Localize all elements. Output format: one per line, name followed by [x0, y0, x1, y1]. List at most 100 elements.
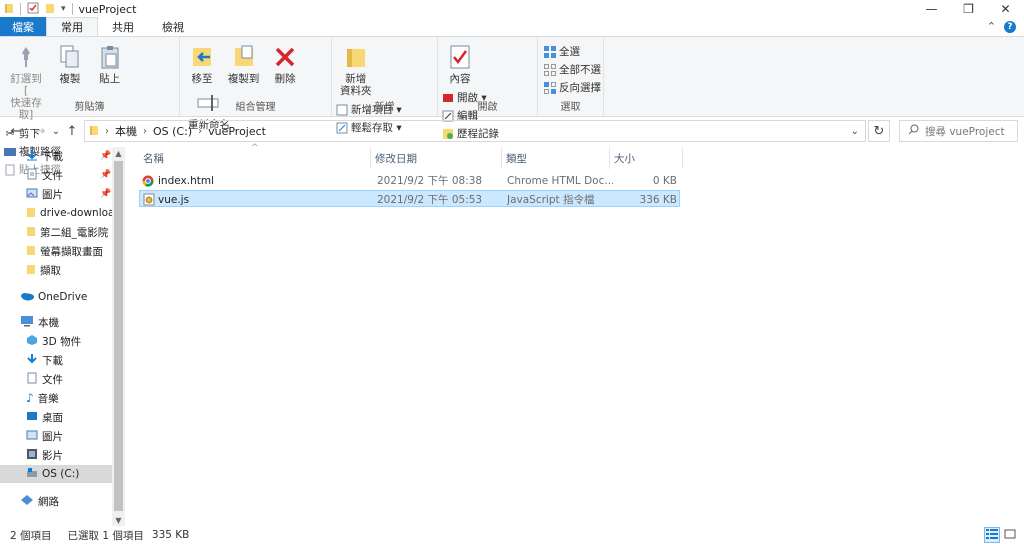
nav-item-label: 圖片: [42, 430, 63, 443]
tab-view[interactable]: 檢視: [148, 17, 198, 36]
nav-item-videos[interactable]: 影片: [26, 446, 63, 464]
paste-button[interactable]: 貼上: [92, 41, 128, 87]
breadcrumb-separator[interactable]: ›: [105, 126, 109, 137]
nav-item-label: 音樂: [37, 392, 59, 405]
onedrive-icon: [20, 291, 34, 304]
nav-item-music[interactable]: ♪ 音樂: [26, 389, 59, 407]
search-placeholder: 搜尋 vueProject: [925, 125, 1005, 138]
close-button[interactable]: ✕: [987, 0, 1024, 18]
nav-pane-scrollbar[interactable]: ▲ ▼: [112, 147, 125, 526]
nav-item-desktop[interactable]: 桌面: [26, 408, 63, 426]
chrome-html-icon: [142, 172, 158, 189]
delete-button[interactable]: 刪除: [267, 41, 303, 87]
nav-item-downloads[interactable]: 下載: [26, 147, 63, 165]
file-row-vue-js[interactable]: vue.js 2021/9/2 下午 05:53 JavaScript 指令檔 …: [139, 190, 680, 207]
status-bar: 2 個項目 已選取 1 個項目 335 KB: [0, 526, 1024, 544]
scrollbar-thumb[interactable]: [114, 161, 123, 511]
move-to-button[interactable]: 移至: [184, 41, 220, 87]
file-row-index-html[interactable]: index.html 2021/9/2 下午 08:38 Chrome HTML…: [139, 172, 680, 189]
details-view-button[interactable]: [984, 527, 1000, 543]
nav-item-3d-objects[interactable]: 3D 物件: [26, 332, 81, 350]
open-group: 內容 開啟 ▾ 編輯 歷程記錄 開啟: [438, 37, 538, 140]
toolbar-divider: [20, 3, 21, 15]
copy-to-button[interactable]: 複製到: [224, 41, 264, 87]
music-icon: ♪: [26, 391, 34, 405]
select-all-icon: [544, 45, 556, 58]
delete-label: 刪除: [274, 73, 296, 85]
column-header-size[interactable]: 大小: [610, 147, 683, 169]
nav-item-downloads-pc[interactable]: 下載: [26, 351, 63, 369]
nav-item-label: 下載: [42, 354, 63, 367]
copy-to-icon: [230, 43, 258, 71]
invert-selection-label: 反向選擇: [559, 82, 601, 94]
nav-item-capture[interactable]: 擷取: [26, 261, 61, 279]
folder-icon: [26, 263, 36, 278]
tab-share[interactable]: 共用: [98, 17, 148, 36]
address-history-dropdown[interactable]: ⌄: [851, 126, 865, 137]
back-button[interactable]: ←: [6, 121, 26, 141]
nav-item-pictures-pc[interactable]: 圖片: [26, 427, 63, 445]
large-icons-view-button[interactable]: [1002, 527, 1018, 543]
document-icon: [26, 168, 38, 183]
breadcrumb-this-pc[interactable]: 本機: [115, 123, 137, 139]
document-icon: [26, 372, 38, 387]
breadcrumb-separator[interactable]: ›: [143, 126, 147, 137]
toolbar-divider: [71, 3, 73, 15]
properties-button[interactable]: 內容: [442, 41, 478, 87]
up-button[interactable]: ↑: [62, 121, 82, 141]
navigation-pane: 下載 📌 文件 📌 圖片 📌 drive-downloac 第二組_電影院 螢幕…: [0, 147, 125, 522]
nav-item-os-c[interactable]: OS (C:): [0, 465, 112, 483]
collapse-ribbon-icon[interactable]: ⌃: [987, 20, 996, 33]
copy-button[interactable]: 複製: [52, 41, 88, 87]
new-folder-icon[interactable]: [45, 2, 55, 17]
customize-toolbar-dropdown[interactable]: ▾: [61, 4, 66, 14]
column-header-type[interactable]: 類型: [502, 147, 610, 169]
refresh-button[interactable]: ↻: [868, 120, 890, 142]
nav-item-label: 文件: [42, 373, 63, 386]
new-group: 新增 資料夾 新增項目 ▾ 輕鬆存取 ▾ 新增: [332, 37, 438, 134]
forward-button[interactable]: →: [30, 121, 50, 141]
nav-item-label: 文件: [42, 169, 63, 182]
breadcrumb-vueproject[interactable]: vueProject: [208, 125, 266, 138]
scroll-down-icon[interactable]: ▼: [112, 514, 125, 526]
nav-item-label: 第二組_電影院: [40, 226, 109, 239]
nav-item-pictures[interactable]: 圖片: [26, 185, 63, 203]
nav-item-network[interactable]: 網路: [20, 492, 59, 510]
select-all-button[interactable]: 全選: [544, 43, 601, 60]
breadcrumb-separator[interactable]: ›: [198, 126, 202, 137]
folder-icon: [26, 206, 36, 221]
invert-selection-button[interactable]: 反向選擇: [544, 79, 601, 96]
properties-icon[interactable]: [27, 2, 39, 17]
address-bar[interactable]: › 本機 › OS (C:) › vueProject ⌄: [84, 120, 866, 142]
select-none-button[interactable]: 全部不選: [544, 61, 601, 78]
maximize-button[interactable]: ❐: [950, 0, 987, 18]
search-box[interactable]: 搜尋 vueProject: [899, 120, 1018, 142]
recent-locations-button[interactable]: ⌄: [50, 121, 62, 141]
nav-item-documents-pc[interactable]: 文件: [26, 370, 63, 388]
pin-label: 釘選到 [ 快速存取]: [10, 73, 42, 121]
help-icon[interactable]: ?: [1004, 20, 1016, 33]
breadcrumb-os-c[interactable]: OS (C:): [153, 125, 192, 138]
new-folder-button[interactable]: 新增 資料夾: [336, 41, 376, 99]
file-modified: 2021/9/2 下午 05:53: [377, 194, 483, 206]
column-header-modified[interactable]: 修改日期: [371, 147, 502, 169]
tab-home[interactable]: 常用: [46, 17, 98, 36]
pin-icon: 📌: [100, 189, 112, 199]
nav-item-label: OneDrive: [38, 291, 88, 303]
column-header-name[interactable]: 名稱 ^: [139, 143, 371, 169]
select-none-label: 全部不選: [559, 64, 601, 76]
nav-item-group2-cinema[interactable]: 第二組_電影院: [26, 223, 108, 241]
file-name: vue.js: [158, 193, 190, 206]
nav-item-label: drive-downloac: [40, 207, 112, 219]
nav-item-documents[interactable]: 文件: [26, 166, 63, 184]
nav-item-drive-download[interactable]: drive-downloac: [26, 204, 112, 222]
minimize-button[interactable]: —: [913, 0, 950, 18]
scroll-up-icon[interactable]: ▲: [112, 147, 125, 159]
nav-item-this-pc[interactable]: 本機: [20, 313, 59, 331]
nav-item-onedrive[interactable]: OneDrive: [20, 288, 87, 306]
nav-item-label: 圖片: [42, 188, 63, 201]
tab-file[interactable]: 檔案: [0, 17, 46, 36]
nav-item-screenshots[interactable]: 螢幕擷取畫面: [26, 242, 103, 260]
nav-item-label: 網路: [38, 495, 59, 508]
move-to-label: 移至: [191, 73, 213, 85]
